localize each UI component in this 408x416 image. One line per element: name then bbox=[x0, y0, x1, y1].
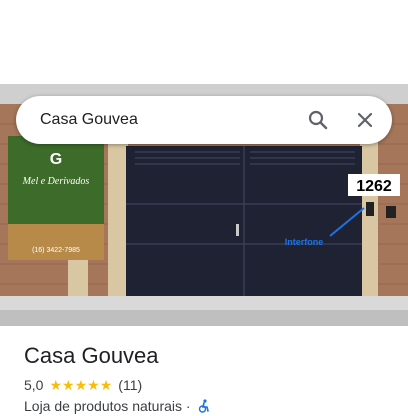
star-icon: ★ bbox=[99, 377, 113, 393]
search-bar[interactable]: Casa Gouvea bbox=[16, 96, 392, 144]
search-icon[interactable] bbox=[302, 104, 334, 136]
top-blank-area bbox=[0, 0, 408, 84]
star-icon: ★ bbox=[87, 377, 100, 393]
place-title: Casa Gouvea bbox=[24, 343, 159, 368]
rating-value: 5,0 bbox=[24, 377, 44, 393]
banner-brand-icon: G bbox=[50, 151, 62, 168]
place-category[interactable]: Loja de produtos naturais · bbox=[24, 398, 191, 414]
banner-phone: (16) 3422-7985 bbox=[32, 247, 80, 254]
place-info-panel: Casa Gouvea 5,0 ★ ★ ★ ★ ★ (11) Loja de produ… bbox=[0, 326, 408, 414]
house-number: 1262 bbox=[356, 178, 392, 195]
search-input[interactable]: Casa Gouvea bbox=[40, 96, 138, 144]
star-icon: ★ bbox=[62, 377, 75, 393]
intercom-label: Interfone bbox=[285, 237, 324, 247]
banner-title: Mel e Derivados bbox=[22, 176, 90, 187]
close-icon[interactable] bbox=[349, 104, 381, 136]
wheelchair-icon bbox=[197, 399, 211, 413]
review-count[interactable]: (11) bbox=[118, 377, 142, 393]
star-icon: ★ bbox=[49, 377, 63, 393]
rating-row[interactable]: 5,0 ★ ★ ★ ★ ★ (11) bbox=[24, 376, 142, 394]
category-row: Loja de produtos naturais · bbox=[24, 398, 211, 414]
star-rating: ★ ★ ★ ★ ★ bbox=[49, 378, 112, 392]
star-icon: ★ bbox=[74, 377, 88, 393]
